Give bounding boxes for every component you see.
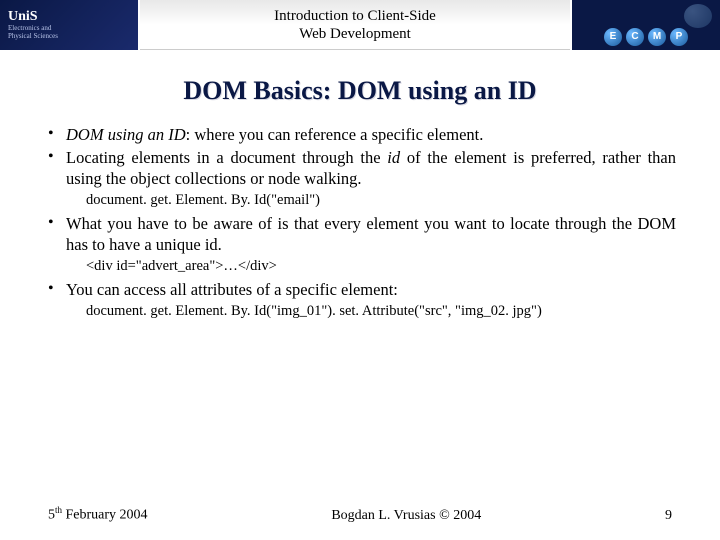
badge-m: M	[648, 28, 666, 46]
bullet-1: DOM using an ID: where you can reference…	[44, 124, 676, 145]
header-logo-block: UniS Electronics and Physical Sciences	[0, 0, 140, 50]
slide-header: UniS Electronics and Physical Sciences I…	[0, 0, 720, 50]
bullet-1-term: DOM using an ID	[66, 125, 186, 144]
slide-footer: 5th February 2004 Bogdan L. Vrusias © 20…	[0, 505, 720, 524]
header-badges: E C M P	[570, 0, 720, 50]
bullet-2-id: id	[387, 148, 400, 167]
footer-date-day: 5	[48, 508, 55, 523]
footer-page-number: 9	[665, 508, 672, 524]
footer-date-suffix: th	[55, 505, 62, 515]
header-title-line2: Web Development	[299, 26, 411, 42]
badge-e: E	[604, 28, 622, 46]
code-snippet-3: document. get. Element. By. Id("img_01")…	[44, 302, 676, 321]
header-title-line1: Introduction to Client-Side	[274, 8, 436, 24]
slide-body: DOM using an ID: where you can reference…	[0, 106, 720, 320]
dept-line-2: Physical Sciences	[8, 33, 138, 41]
bullet-1-rest: : where you can reference a specific ele…	[186, 125, 484, 144]
bullet-3: What you have to be aware of is that eve…	[44, 213, 676, 255]
bullet-2-part-a: Locating elements in a document through …	[66, 148, 387, 167]
footer-date-rest: February 2004	[62, 508, 148, 523]
footer-author: Bogdan L. Vrusias © 2004	[331, 508, 481, 524]
bullet-4: You can access all attributes of a speci…	[44, 279, 676, 300]
code-snippet-2: <div id="advert_area">…</div>	[44, 257, 676, 276]
badge-p: P	[670, 28, 688, 46]
header-title: Introduction to Client-Side Web Developm…	[140, 7, 570, 43]
bullet-2: Locating elements in a document through …	[44, 147, 676, 189]
footer-date: 5th February 2004	[48, 505, 148, 524]
code-snippet-1: document. get. Element. By. Id("email")	[44, 191, 676, 210]
slide-title: DOM Basics: DOM using an ID	[0, 76, 720, 106]
university-logo-text: UniS	[8, 9, 138, 25]
badge-c: C	[626, 28, 644, 46]
